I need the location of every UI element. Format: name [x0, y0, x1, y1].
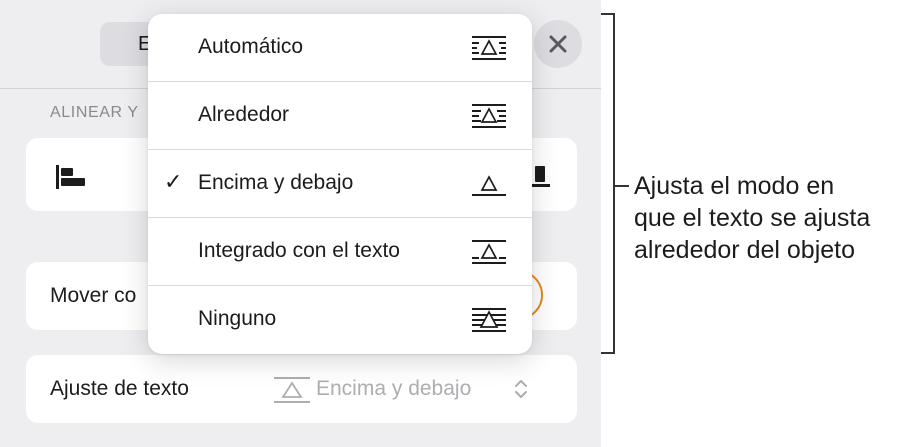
wrap-inline-icon [472, 240, 506, 264]
menu-item-label: Automático [198, 35, 304, 58]
wrap-above-below-icon [472, 175, 506, 196]
text-wrap-label: Ajuste de texto [50, 377, 189, 400]
text-wrap-value: Encima y debajo [316, 377, 472, 400]
wrap-around-icon [472, 104, 506, 128]
wrap-above-below-icon [274, 377, 310, 403]
menu-item-inline[interactable]: Integrado con el texto [148, 218, 532, 286]
align-bottom-icon[interactable] [530, 166, 550, 188]
checkmark-icon: ✓ [164, 169, 183, 194]
text-wrap-menu: Automático Alrededor ✓ Encima y debajo I… [148, 14, 532, 354]
wrap-none-icon [472, 308, 506, 332]
menu-item-around[interactable]: Alrededor [148, 82, 532, 150]
align-left-icon[interactable] [56, 165, 88, 189]
text-wrap-row[interactable]: Ajuste de texto Encima y debajo [26, 355, 577, 423]
menu-item-label: Integrado con el texto [198, 239, 400, 262]
callout-line: alrededor del objeto [634, 236, 855, 264]
callout-annotation: Ajusta el modo en que el texto se ajusta… [634, 170, 915, 266]
close-button[interactable] [534, 20, 582, 68]
close-icon [549, 35, 567, 53]
section-label-align: ALINEAR Y [50, 104, 139, 121]
menu-item-label: Ninguno [198, 307, 277, 330]
callout-bracket [613, 13, 615, 354]
callout-bracket-bottom [601, 352, 615, 354]
move-with-text-label: Mover co [50, 284, 137, 307]
chevron-up-down-icon [515, 380, 527, 398]
menu-item-none[interactable]: Ninguno [148, 286, 532, 354]
menu-item-label: Encima y debajo [198, 171, 354, 194]
menu-item-automatic[interactable]: Automático [148, 14, 532, 82]
menu-item-label: Alrededor [198, 103, 290, 126]
callout-leader [615, 185, 629, 187]
wrap-automatic-icon [472, 36, 506, 60]
menu-item-above-below[interactable]: ✓ Encima y debajo [148, 150, 532, 218]
callout-line: que el texto se ajusta [634, 204, 871, 232]
callout-line: Ajusta el modo en [634, 172, 835, 200]
